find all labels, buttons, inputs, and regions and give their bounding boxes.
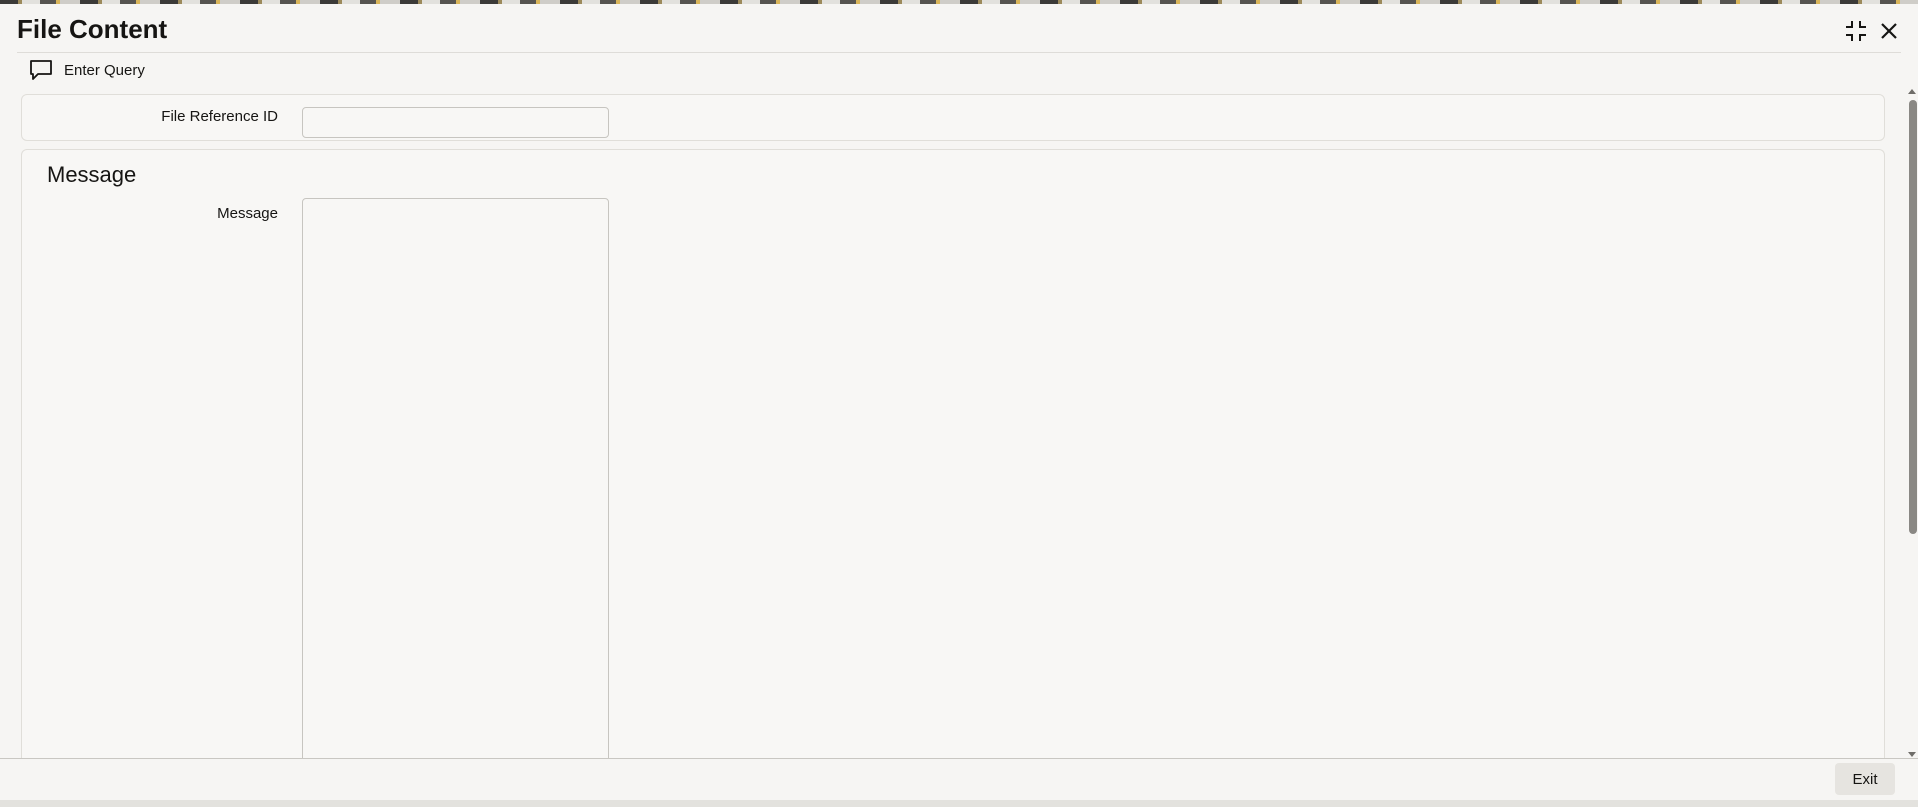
message-label: Message [217, 205, 278, 222]
scrollbar-thumb[interactable] [1909, 100, 1917, 534]
close-icon[interactable] [1876, 18, 1902, 44]
file-reference-id-label: File Reference ID [161, 108, 278, 125]
scroll-up-arrow-icon[interactable] [1908, 89, 1916, 94]
enter-query-label: Enter Query [64, 61, 145, 79]
enter-query-button[interactable]: Enter Query [28, 55, 145, 85]
message-textarea[interactable] [302, 198, 609, 773]
message-panel: Message Message [21, 149, 1885, 773]
bottom-edge [0, 800, 1918, 807]
footer-bar: Exit [0, 758, 1918, 801]
vertical-scrollbar[interactable] [1906, 88, 1918, 758]
exit-button[interactable]: Exit [1835, 763, 1895, 795]
file-reference-panel: File Reference ID [21, 94, 1885, 141]
message-section-title: Message [47, 162, 137, 187]
header-divider [17, 52, 1901, 53]
collapse-icon[interactable] [1843, 18, 1869, 44]
file-reference-id-input[interactable] [302, 107, 609, 138]
page-title: File Content [17, 14, 168, 44]
chat-bubble-icon [28, 57, 54, 83]
scroll-down-arrow-icon[interactable] [1908, 752, 1916, 757]
window-header: File Content [0, 4, 1918, 54]
